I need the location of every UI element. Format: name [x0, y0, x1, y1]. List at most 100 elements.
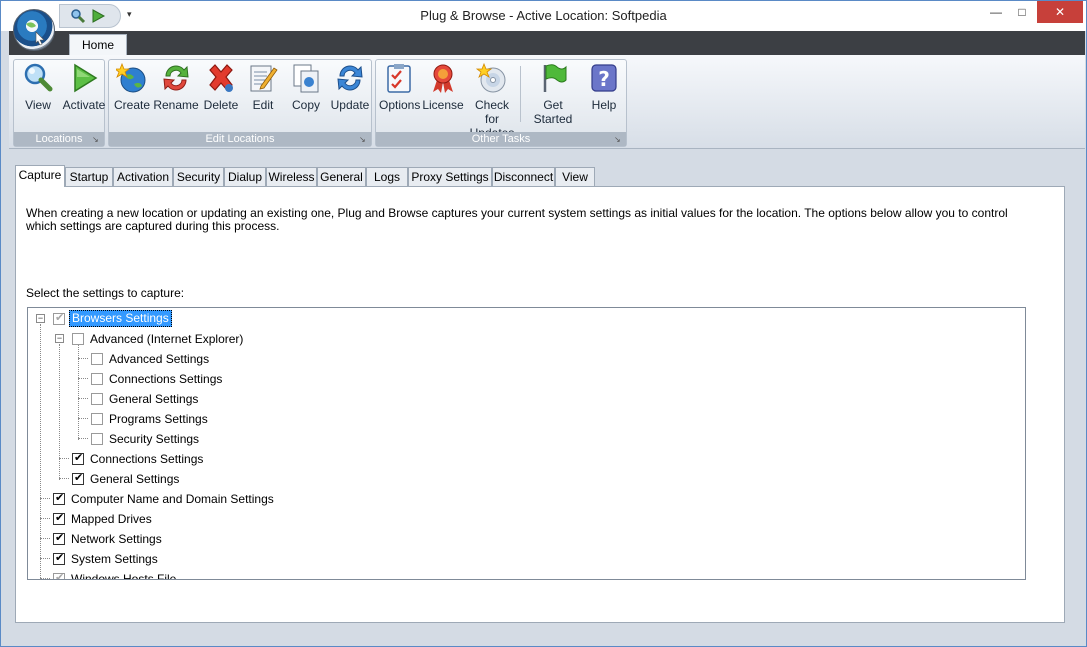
tab-home[interactable]: Home [69, 34, 127, 56]
check-for-updates-button[interactable]: Check for Updates [467, 62, 517, 140]
checkbox[interactable]: ✔ [72, 472, 84, 485]
checkbox[interactable] [91, 413, 103, 425]
tree-node-ie-connections-settings[interactable]: Connections Settings [28, 370, 288, 388]
minimize-button[interactable]: — [983, 1, 1009, 23]
checkbox[interactable]: ✔ [53, 552, 65, 565]
tree-node-computer-name-domain[interactable]: ✔ Computer Name and Domain Settings [28, 490, 328, 508]
app-window: ▾ Plug & Browse - Active Location: Softp… [0, 0, 1087, 647]
main-content: Capture Startup Activation Security Dial… [9, 151, 1085, 639]
checkbox[interactable]: ✔ [53, 312, 65, 325]
update-button[interactable]: Update [329, 62, 371, 128]
tree-node-label: Windows Hosts File [71, 572, 177, 580]
copy-button[interactable]: Copy [285, 62, 327, 128]
tab-dialup[interactable]: Dialup [224, 167, 266, 187]
options-button[interactable]: Options [379, 62, 421, 128]
checkbox[interactable] [91, 373, 103, 385]
application-orb-button[interactable] [13, 9, 55, 51]
license-label: License [422, 98, 464, 112]
ribbon: View Activate Locations ↘ Create Rename … [9, 55, 1085, 149]
checkbox[interactable]: ✔ [53, 512, 65, 525]
help-label: Help [591, 98, 617, 112]
tree-node-label: Network Settings [71, 532, 162, 546]
ribbon-group-edit-locations: Create Rename Delete Edit Copy Update Ed… [108, 59, 372, 147]
tree-node-system-settings[interactable]: ✔ System Settings [28, 550, 328, 568]
tab-general[interactable]: General [317, 167, 366, 187]
rename-label: Rename [153, 98, 199, 112]
group-label-other-tasks: Other Tasks [376, 132, 626, 146]
activate-button[interactable]: Activate [60, 62, 108, 128]
edit-label: Edit [252, 98, 274, 112]
get-started-label: Get Started [533, 98, 573, 126]
tab-disconnect[interactable]: Disconnect [492, 167, 555, 187]
tab-startup[interactable]: Startup [65, 167, 113, 187]
copy-label: Copy [291, 98, 320, 112]
capture-settings-tree[interactable]: − ✔ Browsers Settings − Advanced (Intern… [27, 307, 1026, 580]
tree-node-connections-settings[interactable]: ✔ Connections Settings [28, 450, 288, 468]
tree-node-ie-general-settings[interactable]: General Settings [28, 390, 288, 408]
tab-proxy-settings[interactable]: Proxy Settings [408, 167, 492, 187]
help-question-icon: ? [591, 64, 617, 92]
tree-node-mapped-drives[interactable]: ✔ Mapped Drives [28, 510, 328, 528]
rename-button[interactable]: Rename [153, 62, 199, 128]
tab-capture[interactable]: Capture [15, 165, 65, 187]
collapse-toggle[interactable]: − [36, 314, 45, 323]
checkbox[interactable]: ✔ [53, 572, 65, 579]
tree-node-label: Security Settings [109, 432, 200, 446]
tree-node-windows-hosts-file[interactable]: ✔ Windows Hosts File [28, 570, 328, 580]
get-started-button[interactable]: Get Started [523, 62, 583, 128]
license-button[interactable]: License [421, 62, 465, 128]
checklist-icon [387, 64, 411, 93]
tab-wireless[interactable]: Wireless [266, 167, 317, 187]
tree-node-ie-security-settings[interactable]: Security Settings [28, 430, 288, 448]
checkbox[interactable]: ✔ [72, 452, 84, 465]
maximize-button[interactable]: □ [1009, 1, 1035, 23]
create-label: Create [113, 98, 151, 112]
tree-node-network-settings[interactable]: ✔ Network Settings [28, 530, 328, 548]
group-label-locations: Locations [14, 132, 104, 146]
tree-node-ie-advanced-settings[interactable]: Advanced Settings [28, 350, 288, 368]
checkbox[interactable] [91, 433, 103, 445]
window-title: Plug & Browse - Active Location: Softped… [420, 8, 667, 23]
svg-text:?: ? [598, 67, 610, 91]
delete-button[interactable]: Delete [201, 62, 241, 128]
help-button[interactable]: ? Help [585, 62, 623, 128]
rename-arrows-icon [163, 65, 189, 91]
tree-node-label: Advanced Settings [109, 352, 210, 366]
close-button[interactable]: ✕ [1037, 1, 1083, 23]
tree-node-ie-programs-settings[interactable]: Programs Settings [28, 410, 288, 428]
view-button[interactable]: View [18, 62, 58, 128]
checkbox[interactable]: ✔ [53, 492, 65, 505]
tree-node-label: Programs Settings [109, 412, 208, 426]
checkbox[interactable] [72, 333, 84, 345]
globe-star-icon [116, 62, 146, 93]
options-label: Options [379, 98, 421, 112]
edit-button[interactable]: Edit [243, 62, 283, 128]
tree-node-label: Computer Name and Domain Settings [71, 492, 274, 506]
tab-view[interactable]: View [555, 167, 595, 187]
tree-node-label: General Settings [90, 472, 180, 486]
globe-hand-icon [26, 22, 45, 46]
checkbox[interactable] [91, 353, 103, 365]
dialog-launcher-icon[interactable]: ↘ [614, 135, 623, 144]
create-button[interactable]: Create [113, 62, 151, 128]
title-bar: ▾ Plug & Browse - Active Location: Softp… [1, 1, 1086, 31]
tree-node-label: Connections Settings [90, 452, 204, 466]
tab-activation[interactable]: Activation [113, 167, 173, 187]
tree-node-advanced-ie[interactable]: − Advanced (Internet Explorer) [28, 330, 288, 348]
checkbox[interactable] [91, 393, 103, 405]
tree-node-browsers-settings[interactable]: − ✔ Browsers Settings [28, 310, 228, 328]
dialog-launcher-icon[interactable]: ↘ [92, 135, 101, 144]
red-x-icon [209, 64, 233, 92]
tree-node-label: Connections Settings [109, 372, 223, 386]
capture-panel: When creating a new location or updating… [15, 186, 1065, 623]
collapse-toggle[interactable]: − [55, 334, 64, 343]
tree-node-label: Mapped Drives [71, 512, 152, 526]
tab-security[interactable]: Security [173, 167, 224, 187]
dialog-launcher-icon[interactable]: ↘ [359, 135, 368, 144]
checkbox[interactable]: ✔ [53, 532, 65, 545]
tab-logs[interactable]: Logs [366, 167, 408, 187]
award-ribbon-icon [433, 64, 453, 93]
notepad-pencil-icon [250, 65, 278, 92]
tree-node-general-settings[interactable]: ✔ General Settings [28, 470, 288, 488]
delete-label: Delete [203, 98, 239, 112]
